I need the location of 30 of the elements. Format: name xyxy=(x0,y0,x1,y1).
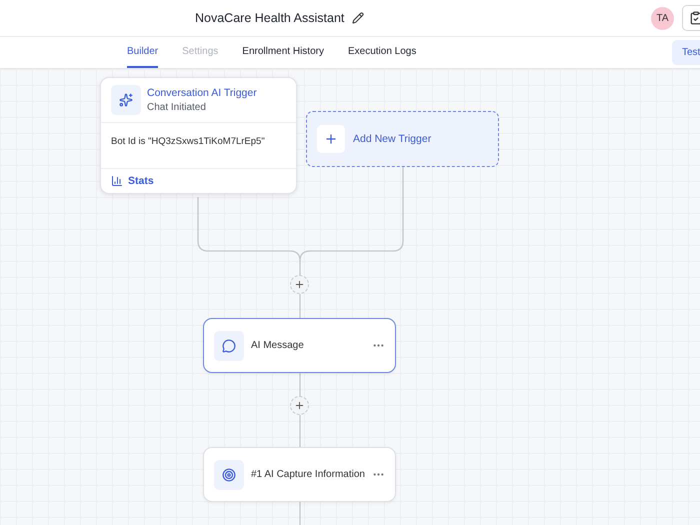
tab[interactable]: Execution Logs xyxy=(348,37,416,68)
plus-icon xyxy=(294,400,305,411)
trigger-card[interactable]: Conversation AI Trigger Chat Initiated Bot Id is "HQ3zSxws1TiKoM7LrEp5" Stats xyxy=(100,77,297,194)
connector-line xyxy=(299,415,301,447)
clipboard-icon xyxy=(689,11,700,25)
action-node[interactable]: #1 AI Capture Information xyxy=(203,447,396,502)
user-avatar[interactable]: TA xyxy=(651,6,674,30)
trigger-subtitle: Chat Initiated xyxy=(147,102,207,113)
workflow-title: NovaCare Health Assistant xyxy=(195,11,344,25)
tab[interactable]: Enrollment History xyxy=(242,37,324,68)
test-button[interactable]: Test xyxy=(672,40,700,65)
edit-icon[interactable] xyxy=(352,12,364,24)
trigger-title: Conversation AI Trigger xyxy=(147,87,257,99)
stats-link[interactable]: Stats xyxy=(128,175,154,187)
target-icon xyxy=(214,460,244,490)
add-step-button[interactable] xyxy=(290,275,309,294)
add-trigger-button[interactable]: Add New Trigger xyxy=(306,111,499,167)
connector-line xyxy=(299,294,301,318)
plus-icon xyxy=(294,279,305,290)
add-step-button[interactable] xyxy=(290,396,309,415)
action-node[interactable]: AI Message xyxy=(203,318,396,373)
chat-bubble-icon xyxy=(214,330,244,360)
plus-icon xyxy=(317,125,345,153)
action-label: #1 AI Capture Information xyxy=(251,469,365,480)
sparkle-icon xyxy=(111,85,141,115)
action-label: AI Message xyxy=(251,340,305,351)
trigger-condition: Bot Id is "HQ3zSxws1TiKoM7LrEp5" xyxy=(111,136,265,147)
bar-chart-icon xyxy=(111,175,123,187)
connector-line xyxy=(299,502,301,525)
connector-line xyxy=(299,373,301,396)
